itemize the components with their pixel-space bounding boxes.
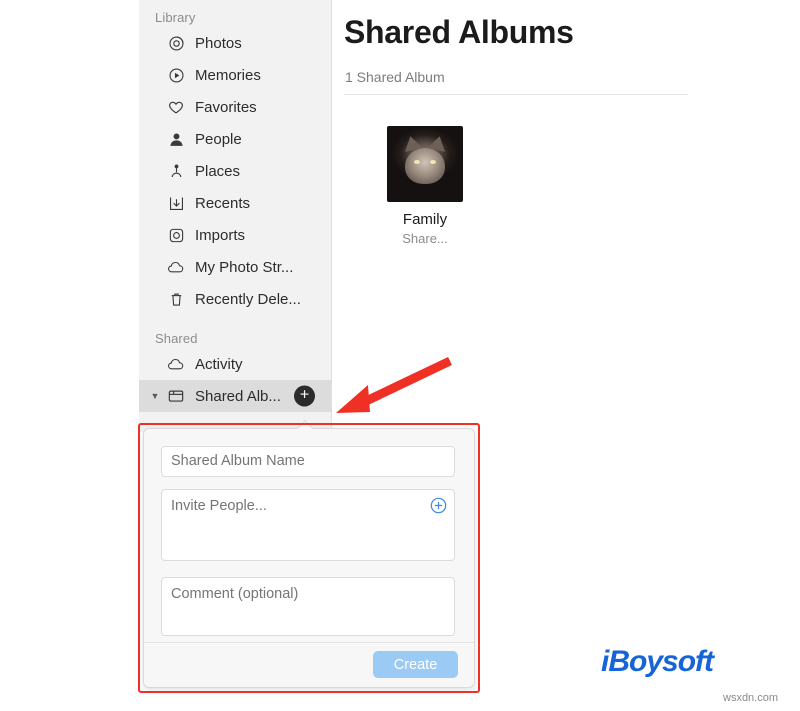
sidebar-item-label: People — [195, 130, 242, 148]
album-status: Share... — [402, 231, 448, 246]
person-icon — [165, 128, 187, 150]
sidebar-item-label: Recently Dele... — [195, 290, 301, 308]
iboysoft-watermark: iBoysoft — [601, 645, 714, 679]
sidebar-item-label: Shared Alb... — [195, 387, 281, 405]
sidebar-item-label: Activity — [195, 355, 243, 373]
cat-face — [405, 148, 445, 184]
sidebar-section-shared-title: Shared — [155, 331, 198, 346]
comment-input[interactable] — [161, 577, 455, 636]
album-card[interactable]: Family Share... — [376, 126, 474, 246]
cloud-icon — [165, 256, 187, 278]
sidebar-item-photos[interactable]: Photos — [139, 27, 331, 59]
shared-album-name-input[interactable] — [161, 446, 455, 477]
site-url-label: wsxdn.com — [723, 692, 779, 704]
sidebar-item-recently-deleted[interactable]: Recently Dele... — [139, 283, 331, 315]
download-arrow-icon — [165, 192, 187, 214]
invite-people-input[interactable] — [161, 489, 455, 561]
sidebar-item-label: Memories — [195, 66, 261, 84]
cat-eye-right — [430, 160, 436, 164]
sidebar-item-label: Photos — [195, 34, 242, 52]
sidebar-item-recents[interactable]: Recents — [139, 187, 331, 219]
sidebar-item-label: Imports — [195, 226, 246, 244]
sidebar-item-people[interactable]: People — [139, 123, 331, 155]
create-button[interactable]: Create — [373, 651, 458, 678]
sidebar-item-label: Favorites — [195, 98, 257, 116]
sidebar-item-imports[interactable]: Imports — [139, 219, 331, 251]
sidebar-item-label: Places — [195, 162, 241, 180]
memories-icon — [165, 64, 187, 86]
page-title: Shared Albums — [344, 14, 574, 50]
imports-icon — [165, 224, 187, 246]
sidebar: Library Photos Memories Favorites People — [139, 0, 332, 432]
sidebar-item-my-photo-stream[interactable]: My Photo Str... — [139, 251, 331, 283]
sidebar-section-library-title: Library — [155, 10, 196, 25]
photos-app-screenshot: Library Photos Memories Favorites People — [0, 0, 800, 711]
header-divider — [344, 94, 688, 95]
heart-icon — [165, 96, 187, 118]
chevron-down-icon[interactable]: ▼ — [149, 390, 161, 402]
sidebar-item-favorites[interactable]: Favorites — [139, 91, 331, 123]
popover-footer: Create — [144, 642, 474, 687]
plus-circle-icon[interactable] — [430, 497, 447, 514]
sidebar-item-memories[interactable]: Memories — [139, 59, 331, 91]
watermark-brand: Boysoft — [608, 645, 714, 678]
pin-icon — [165, 160, 187, 182]
popover-pointer — [296, 420, 314, 429]
photos-icon — [165, 32, 187, 54]
trash-icon — [165, 288, 187, 310]
new-shared-album-popover: Create — [143, 428, 475, 688]
shared-album-count: 1 Shared Album — [345, 69, 445, 85]
sidebar-item-label: Recents — [195, 194, 251, 212]
album-thumbnail[interactable] — [387, 126, 463, 202]
cat-eye-left — [414, 160, 420, 164]
sidebar-item-shared-albums[interactable]: ▼ Shared Alb... + — [139, 380, 331, 412]
album-name: Family — [402, 211, 448, 228]
cloud-icon — [165, 353, 187, 375]
sidebar-item-activity[interactable]: Activity — [139, 348, 331, 380]
sidebar-item-label: My Photo Str... — [195, 258, 294, 276]
shared-album-icon — [165, 385, 187, 407]
add-shared-album-button[interactable]: + — [294, 385, 315, 407]
sidebar-item-places[interactable]: Places — [139, 155, 331, 187]
